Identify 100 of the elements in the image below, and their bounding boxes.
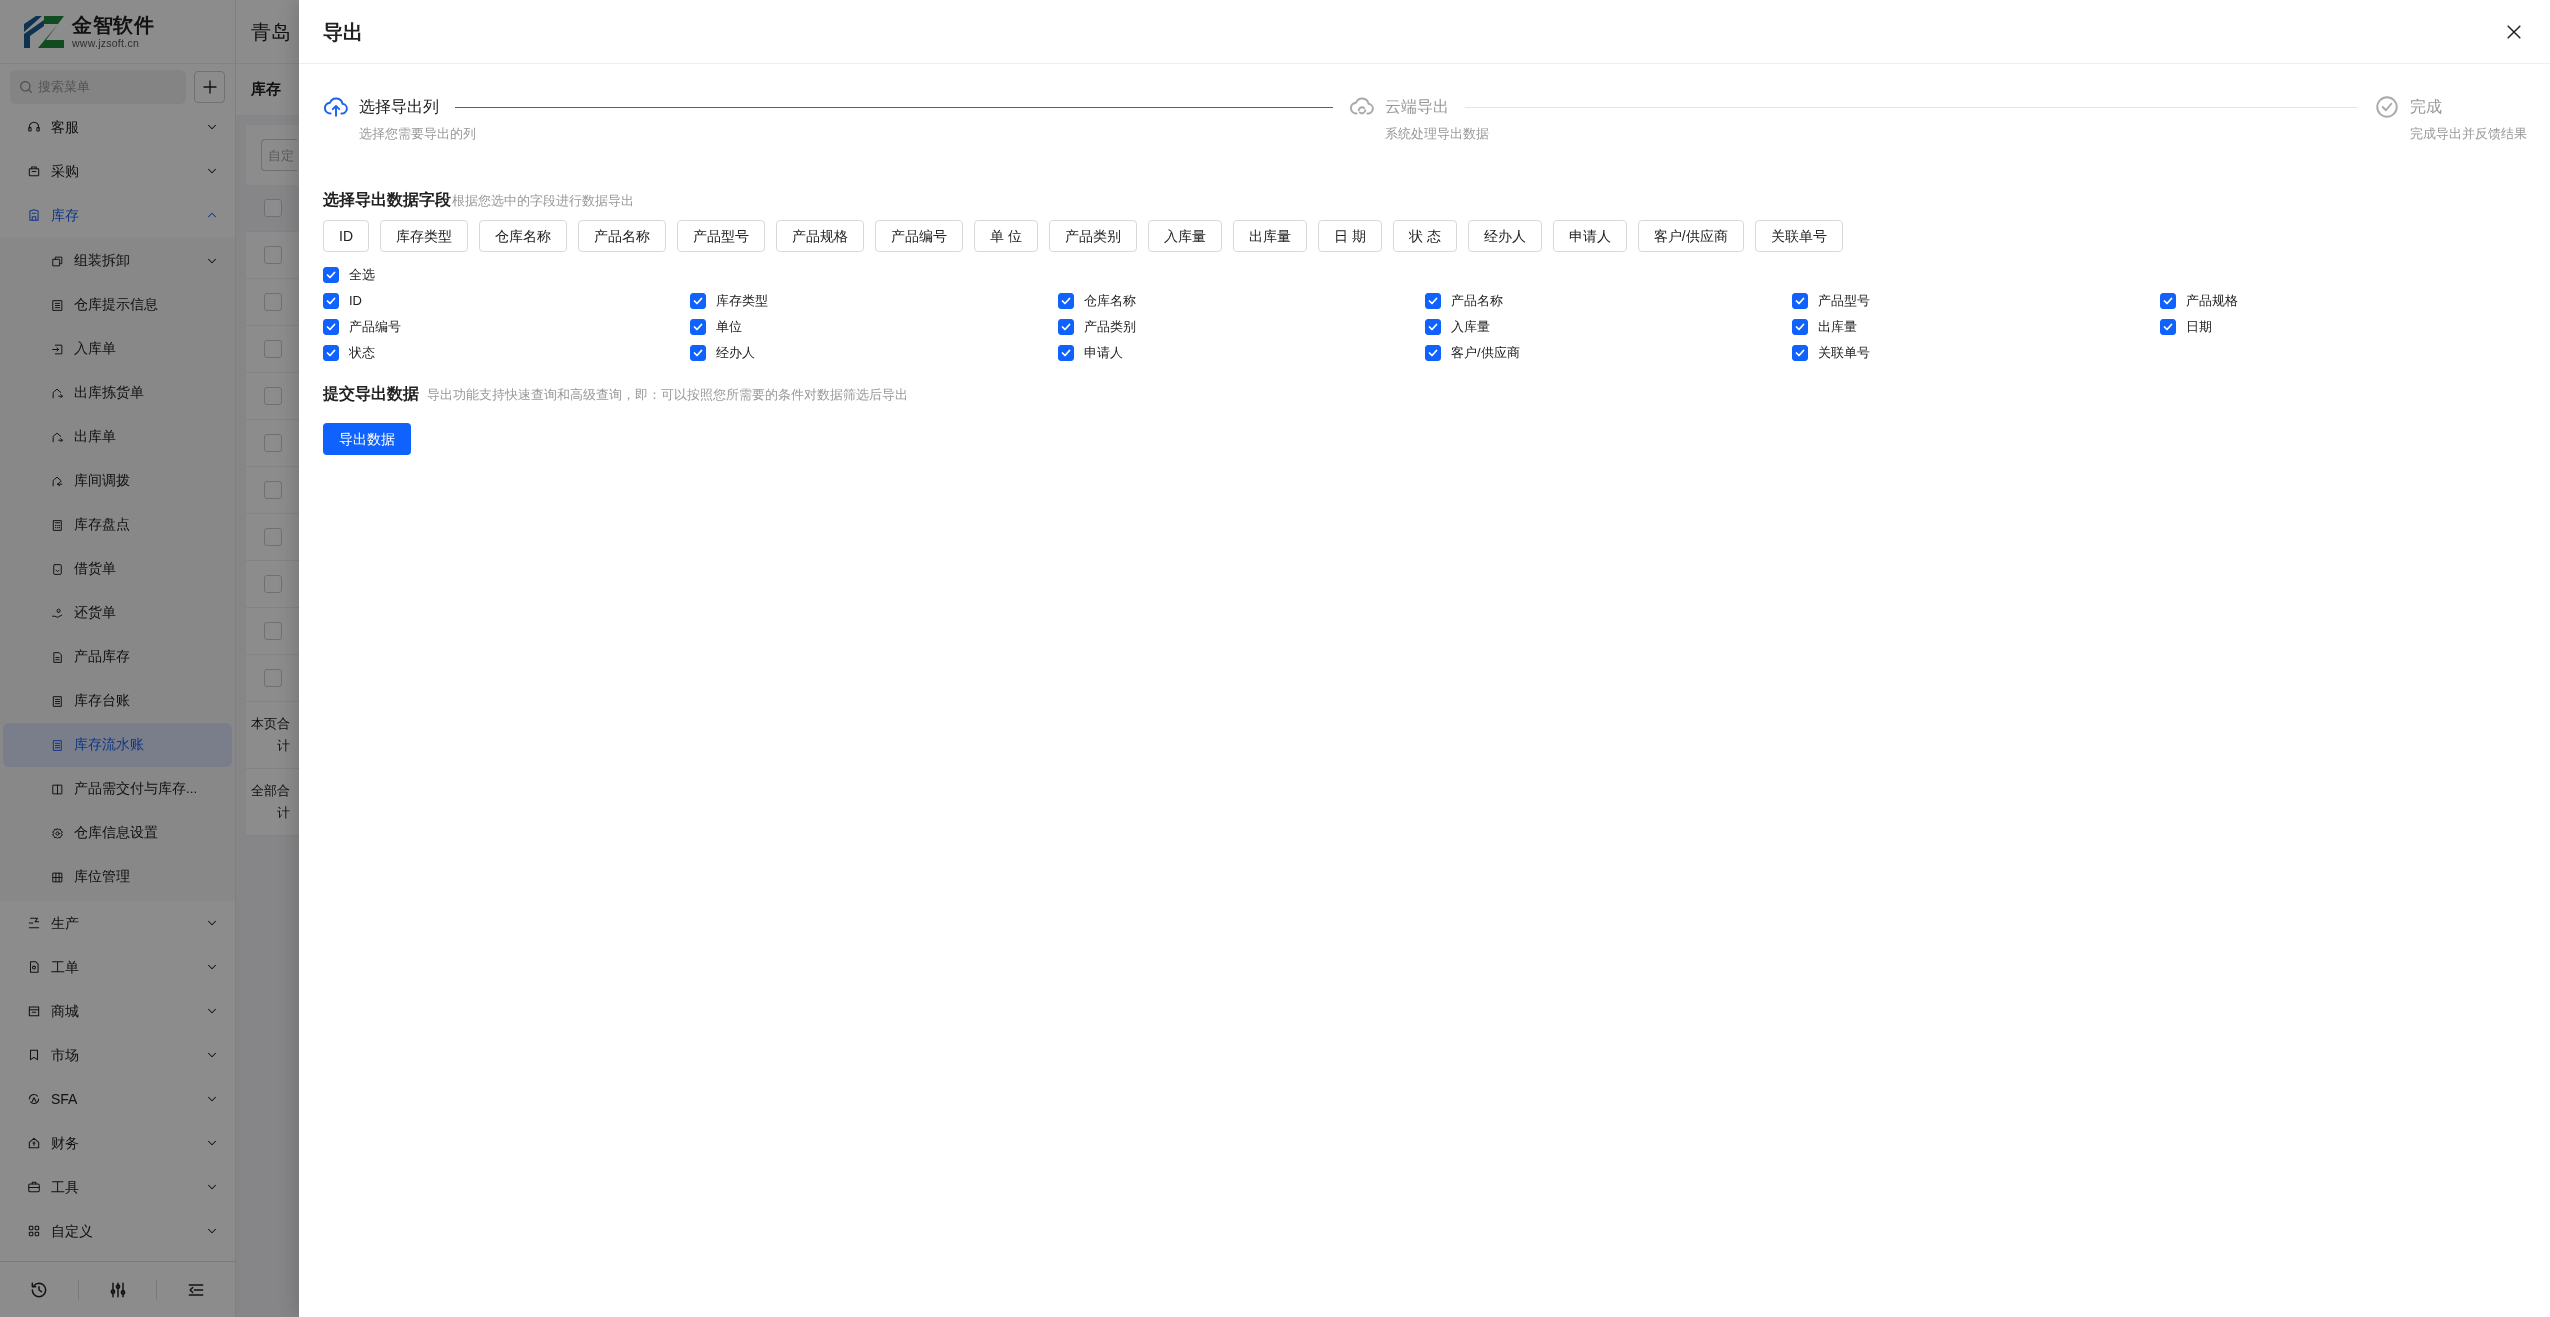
phone-document-icon <box>51 562 64 576</box>
add-button[interactable] <box>194 70 225 103</box>
field-tag[interactable]: 产品规格 <box>776 220 864 252</box>
checkbox-label[interactable]: 库存类型 <box>716 291 769 311</box>
menu-item[interactable]: 客服 <box>0 105 235 149</box>
checkbox[interactable] <box>1792 345 1809 361</box>
checkbox[interactable] <box>1792 293 1809 309</box>
submenu-item[interactable]: 仓库提示信息 <box>3 283 232 327</box>
checkbox[interactable] <box>1057 319 1074 335</box>
checkbox[interactable] <box>1792 319 1809 335</box>
checkbox-label[interactable]: 产品型号 <box>1818 291 1871 311</box>
submenu-item[interactable]: 产品库存 <box>3 635 232 679</box>
checkbox-label[interactable]: 关联单号 <box>1818 343 1871 363</box>
submenu-item[interactable]: 组装拆卸 <box>3 239 232 283</box>
row-checkbox[interactable] <box>264 199 282 217</box>
row-checkbox[interactable] <box>264 387 282 405</box>
row-checkbox[interactable] <box>264 293 282 311</box>
row-checkbox[interactable] <box>264 622 282 640</box>
checkbox[interactable] <box>2159 293 2176 309</box>
checkbox-label[interactable]: 仓库名称 <box>1083 291 1136 311</box>
field-tag[interactable]: 单 位 <box>974 220 1038 252</box>
checkbox-label[interactable]: 单位 <box>716 317 743 337</box>
submenu-item[interactable]: 出库拣货单 <box>3 371 232 415</box>
menu-item[interactable]: 财务 <box>0 1121 235 1165</box>
menu-item[interactable]: SFA <box>0 1077 235 1121</box>
menu-item[interactable]: 生产 <box>0 901 235 945</box>
checkbox[interactable] <box>1057 293 1074 309</box>
submenu-item[interactable]: 库间调拨 <box>3 459 232 503</box>
checkbox[interactable] <box>690 293 707 309</box>
field-tag[interactable]: ID <box>323 220 369 252</box>
check-icon <box>692 321 705 333</box>
submenu-item[interactable]: 借货单 <box>3 547 232 591</box>
submenu-item[interactable]: 还货单 <box>3 591 232 635</box>
checkbox[interactable] <box>1057 345 1074 361</box>
submenu-item[interactable]: 产品需交付与库存... <box>3 767 232 811</box>
field-tag[interactable]: 关联单号 <box>1754 220 1843 252</box>
field-tag[interactable]: 申请人 <box>1552 220 1627 252</box>
checkbox-label[interactable]: 申请人 <box>1083 343 1123 363</box>
checkbox-label[interactable]: 产品名称 <box>1451 291 1503 311</box>
checkbox-label[interactable]: 出库量 <box>1818 317 1858 337</box>
field-tag[interactable]: 入库量 <box>1147 220 1222 252</box>
row-checkbox[interactable] <box>264 246 282 264</box>
export-button[interactable]: 导出数据 <box>323 423 411 455</box>
field-tag[interactable]: 产品名称 <box>578 220 666 252</box>
check-icon <box>325 347 337 359</box>
checkbox-label[interactable]: 状态 <box>349 343 375 363</box>
checkbox-label[interactable]: 日期 <box>2185 317 2212 337</box>
submenu-item[interactable]: 库存台账 <box>3 679 232 723</box>
section-title: 提交导出数据 <box>323 384 419 404</box>
submenu-item[interactable]: 库存盘点 <box>3 503 232 547</box>
checkbox[interactable] <box>1425 319 1441 335</box>
submenu-item[interactable]: 出库单 <box>3 415 232 459</box>
checkbox-label[interactable]: 产品类别 <box>1083 317 1136 337</box>
field-tag[interactable]: 产品编号 <box>875 220 963 252</box>
submenu-item[interactable]: 入库单 <box>3 327 232 371</box>
summary-label: 本页合计 <box>250 715 290 755</box>
row-checkbox[interactable] <box>264 434 282 452</box>
row-checkbox[interactable] <box>264 528 282 546</box>
checkbox[interactable] <box>323 267 339 283</box>
checkbox-label[interactable]: ID <box>349 291 362 311</box>
field-tag[interactable]: 仓库名称 <box>479 220 567 252</box>
row-checkbox[interactable] <box>264 575 282 593</box>
checkbox[interactable] <box>2159 319 2176 335</box>
field-tag[interactable]: 产品类别 <box>1048 220 1137 252</box>
checkbox[interactable] <box>1425 345 1441 361</box>
logo-title: 金智软件 <box>72 14 154 35</box>
menu-item[interactable]: 采购 <box>0 149 235 193</box>
checkbox-label[interactable]: 入库量 <box>1451 317 1490 337</box>
field-tag[interactable]: 出库量 <box>1232 220 1307 252</box>
menu-item[interactable]: 工单 <box>0 945 235 989</box>
checkbox[interactable] <box>323 345 339 361</box>
field-tag[interactable]: 状 态 <box>1392 220 1457 252</box>
checkbox[interactable] <box>690 319 707 335</box>
logo-url: www.jzsoft.cn <box>72 37 140 49</box>
submenu-item[interactable]: 仓库信息设置 <box>3 811 232 855</box>
checkbox-label[interactable]: 经办人 <box>716 343 756 363</box>
checkbox-label[interactable]: 产品规格 <box>2185 291 2238 311</box>
row-checkbox[interactable] <box>264 340 282 358</box>
menu-item[interactable]: 商城 <box>0 989 235 1033</box>
menu-item[interactable]: 市场 <box>0 1033 235 1077</box>
field-tag[interactable]: 经办人 <box>1467 220 1542 252</box>
checkbox-label[interactable]: 全选 <box>349 265 375 285</box>
row-checkbox[interactable] <box>264 481 282 499</box>
submenu-item[interactable]: 库位管理 <box>3 855 232 899</box>
menu-item[interactable]: 自定义 <box>0 1209 235 1253</box>
shelf-icon <box>51 870 64 884</box>
row-checkbox[interactable] <box>264 669 282 687</box>
checkbox-label[interactable]: 客户/供应商 <box>1451 343 1520 363</box>
field-tag[interactable]: 库存类型 <box>380 220 468 252</box>
field-tag[interactable]: 日 期 <box>1317 220 1382 252</box>
checkbox[interactable] <box>323 319 339 335</box>
ledger-icon <box>51 694 64 708</box>
grid-icon <box>27 1224 41 1238</box>
field-tag[interactable]: 客户/供应商 <box>1637 220 1744 252</box>
menu-item[interactable]: 工具 <box>0 1165 235 1209</box>
checkbox-label[interactable]: 产品编号 <box>349 317 401 337</box>
checkbox[interactable] <box>323 293 339 309</box>
field-tag[interactable]: 产品型号 <box>677 220 765 252</box>
checkbox[interactable] <box>690 345 707 361</box>
checkbox[interactable] <box>1425 293 1441 309</box>
